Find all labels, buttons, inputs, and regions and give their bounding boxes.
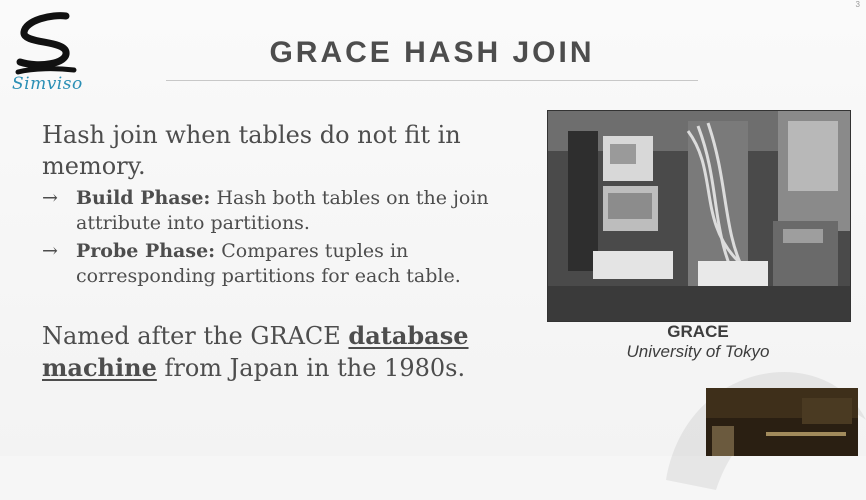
bullet-term: Build Phase: (76, 187, 211, 209)
named-suffix: from Japan in the 1980s. (156, 354, 466, 382)
slide-number: 3 (855, 0, 860, 9)
logo-wordmark: Simviso (12, 74, 83, 94)
title-divider (166, 80, 698, 81)
photo-caption: GRACE University of Tokyo (560, 322, 836, 362)
caption-subtitle: University of Tokyo (626, 342, 770, 361)
bullet-list: → Build Phase: Hash both tables on the j… (42, 186, 502, 289)
slide-body: Hash join when tables do not fit in memo… (42, 120, 502, 292)
lead-text: Hash join when tables do not fit in memo… (42, 121, 461, 180)
caption-title: GRACE (667, 322, 729, 341)
slide-title: GRACE HASH JOIN (269, 36, 595, 69)
webcam-drawing (706, 388, 858, 456)
named-prefix: Named after the GRACE (42, 322, 349, 350)
bullet-probe-phase: → Probe Phase: Compares tuples in corres… (42, 239, 502, 289)
machine-photo-drawing (548, 111, 850, 321)
bullet-build-phase: → Build Phase: Hash both tables on the j… (42, 186, 502, 236)
arrow-right-icon: → (42, 240, 58, 262)
grace-machine-photo (547, 110, 851, 322)
arrow-right-icon: → (42, 187, 58, 209)
named-after-text: Named after the GRACE database machine f… (42, 320, 512, 384)
bullet-term: Probe Phase: (76, 240, 216, 262)
webcam-overlay (706, 388, 858, 456)
